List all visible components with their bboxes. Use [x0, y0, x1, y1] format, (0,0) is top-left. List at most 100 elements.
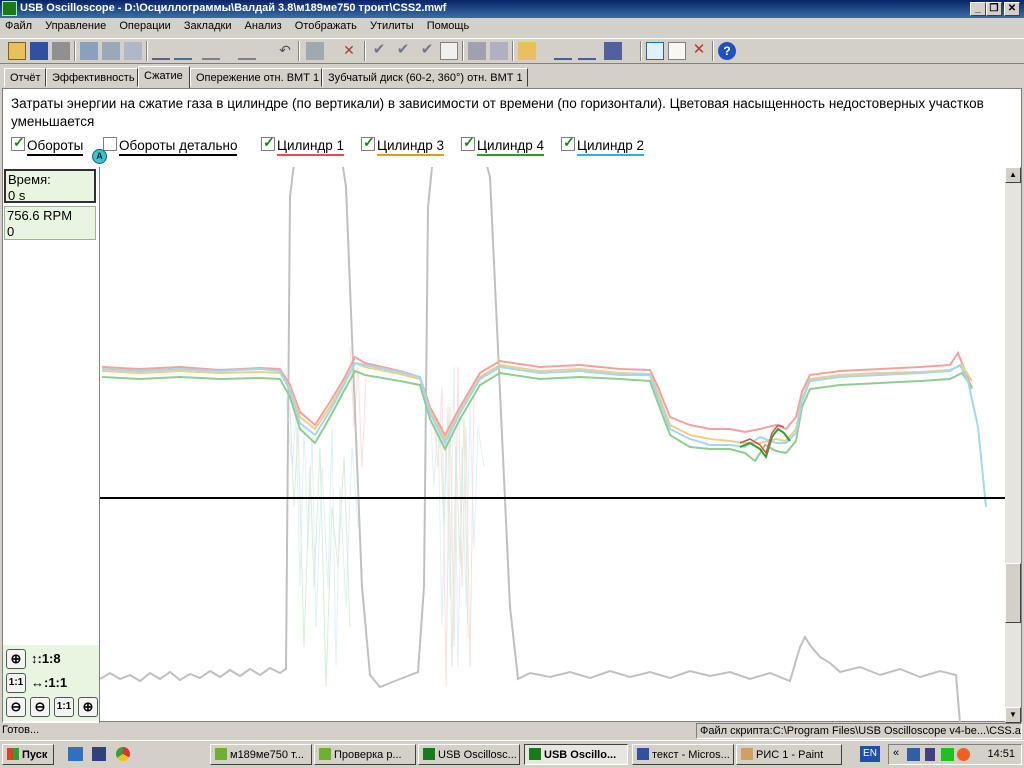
description-text: Затраты энергии на сжатие газа в цилиндр…	[11, 96, 984, 129]
reset-horizontal-button[interactable]: 1:1	[54, 697, 74, 717]
stop-script-icon[interactable]	[578, 42, 596, 60]
legend-item-cyl4[interactable]: ✓ Цилиндр 4	[461, 134, 545, 156]
zoom-panel: ⊕ ↕:1:8 1:1 ↔:1:1 ⊖ ⊖ 1:1 ⊕	[3, 645, 99, 721]
script-list-dropdown-icon[interactable]	[604, 42, 622, 60]
clear-icon[interactable]: ✕	[690, 42, 708, 60]
check-double-icon[interactable]: ✔	[418, 42, 436, 60]
language-indicator[interactable]: EN	[860, 746, 880, 762]
menu-operations[interactable]: Операции	[114, 18, 175, 32]
app-icon	[2, 1, 17, 16]
task-paint[interactable]: РИС 1 - Paint	[736, 744, 842, 765]
tab-report[interactable]: Отчёт	[4, 68, 46, 87]
status-green-icon[interactable]	[941, 748, 954, 761]
measure-icon[interactable]	[174, 42, 192, 60]
marker-a-icon[interactable]: A	[92, 149, 107, 164]
network-icon[interactable]	[907, 748, 920, 761]
checkbox[interactable]: ✓	[461, 134, 475, 151]
grid-icon[interactable]	[468, 42, 486, 60]
start-button[interactable]: Пуск	[2, 744, 54, 765]
legend-item-cyl2[interactable]: ✓ Цилиндр 2	[561, 134, 645, 156]
copy-data-icon[interactable]	[102, 42, 120, 60]
tab-efficiency[interactable]: Эффективность	[46, 68, 138, 87]
check-icon: ✓	[563, 134, 575, 150]
cylinder-1-trace	[101, 350, 973, 438]
paste-icon[interactable]	[124, 42, 142, 60]
delete-screen-icon[interactable]: ✕	[340, 42, 358, 60]
wave-dropdown-icon[interactable]	[202, 42, 220, 60]
tray-expand-icon[interactable]: «	[893, 747, 899, 759]
minimize-button[interactable]: _	[970, 2, 986, 16]
settings-icon[interactable]	[490, 42, 508, 60]
tab-compression[interactable]: Сжатие	[138, 66, 190, 88]
menu-analysis[interactable]: Анализ	[240, 18, 287, 32]
legend-item-cyl1[interactable]: ✓ Цилиндр 1	[261, 134, 345, 156]
task-folder[interactable]: м189ме750 т...	[210, 744, 312, 765]
print-icon[interactable]	[52, 42, 70, 60]
battery-icon[interactable]	[925, 748, 935, 761]
quicklaunch-save-icon[interactable]	[92, 747, 106, 761]
zoom-out-vertical-button[interactable]: ⊖	[6, 697, 26, 717]
compression-plot[interactable]	[100, 167, 1005, 723]
paint-icon	[741, 748, 753, 760]
scroll-thumb[interactable]	[1005, 563, 1021, 623]
scroll-down-button[interactable]: ▼	[1005, 707, 1021, 723]
folder-icon	[215, 748, 227, 760]
task-check[interactable]: Проверка р...	[314, 744, 416, 765]
save-icon[interactable]	[30, 42, 48, 60]
checkbox[interactable]: ✓	[261, 134, 275, 151]
script-file-status: Файл скрипта:C:\Program Files\USB Oscill…	[696, 723, 1022, 739]
screen-dropdown-icon[interactable]	[306, 42, 324, 60]
horizontal-scale-label: ↔:1:1	[31, 675, 68, 690]
tab-bar: Отчёт Эффективность Сжатие Опережение от…	[0, 66, 1024, 88]
restore-button[interactable]: ❐	[986, 2, 1002, 16]
tab-tooth-disc[interactable]: Зубчатый диск (60-2, 360°) отн. ВМТ 1	[322, 68, 528, 87]
open-icon[interactable]	[8, 42, 26, 60]
folder-icon	[319, 748, 331, 760]
zoom-out-horizontal-button[interactable]: ⊖	[30, 697, 50, 717]
page-icon[interactable]	[440, 42, 458, 60]
help-icon[interactable]: ?	[718, 42, 736, 60]
run-script-icon[interactable]	[554, 42, 572, 60]
check-icon: ✓	[13, 134, 25, 150]
legend-item-rpm-detail[interactable]: Обороты детально	[103, 137, 238, 156]
quicklaunch-desktop-icon[interactable]	[68, 747, 83, 761]
checkbox[interactable]: ✓	[561, 134, 575, 151]
tab-advance[interactable]: Опережение отн. ВМТ 1	[190, 68, 322, 87]
checkbox[interactable]: ✓	[11, 134, 25, 151]
task-oscilloscope-2[interactable]: USB Oscillo...	[524, 744, 628, 765]
close-button[interactable]: ✕	[1004, 2, 1020, 16]
task-oscilloscope-1[interactable]: USB Oscillosc...	[418, 744, 520, 765]
legend-item-cyl3[interactable]: ✓ Цилиндр 3	[361, 134, 445, 156]
chart-icon[interactable]	[646, 42, 664, 60]
unreliable-traces	[285, 346, 485, 688]
menu-utilities[interactable]: Утилиты	[365, 18, 419, 32]
checkbox[interactable]	[103, 137, 117, 151]
zoom-in-vertical-button[interactable]: ⊕	[6, 649, 26, 669]
menu-file[interactable]: Файл	[0, 18, 37, 32]
report-icon[interactable]	[668, 42, 686, 60]
task-word[interactable]: текст - Micros...	[632, 744, 734, 765]
window-title: USB Oscilloscope - D:\Осциллограммы\Валд…	[20, 2, 447, 14]
menu-view[interactable]: Отображать	[290, 18, 362, 32]
script-dropdown-icon[interactable]	[518, 42, 536, 60]
menu-help[interactable]: Помощь	[422, 18, 475, 32]
menu-bookmarks[interactable]: Закладки	[179, 18, 237, 32]
check-icon[interactable]: ✔	[370, 42, 388, 60]
reset-zoom-button[interactable]: 1:1	[6, 673, 26, 693]
legend-item-rpm[interactable]: ✓ Обороты	[11, 134, 84, 156]
scroll-up-button[interactable]: ▲	[1005, 167, 1021, 183]
check-down-icon[interactable]: ✔	[394, 42, 412, 60]
antivirus-icon[interactable]	[957, 748, 970, 761]
cylinder-4-trace	[101, 369, 973, 463]
undo-icon[interactable]: ↶	[276, 42, 294, 60]
menu-control[interactable]: Управление	[40, 18, 111, 32]
vertical-scrollbar[interactable]: ▲ ▼	[1005, 167, 1021, 723]
checkbox[interactable]: ✓	[361, 134, 375, 151]
copy-image-icon[interactable]	[80, 42, 98, 60]
pulse-icon[interactable]	[152, 42, 170, 60]
quicklaunch-chrome-icon[interactable]	[116, 747, 130, 761]
wave2-dropdown-icon[interactable]	[238, 42, 256, 60]
zoom-in-horizontal-button[interactable]: ⊕	[78, 697, 98, 717]
taskbar: Пуск м189ме750 т... Проверка р... USB Os…	[0, 740, 1024, 768]
check-icon: ✓	[263, 134, 275, 150]
